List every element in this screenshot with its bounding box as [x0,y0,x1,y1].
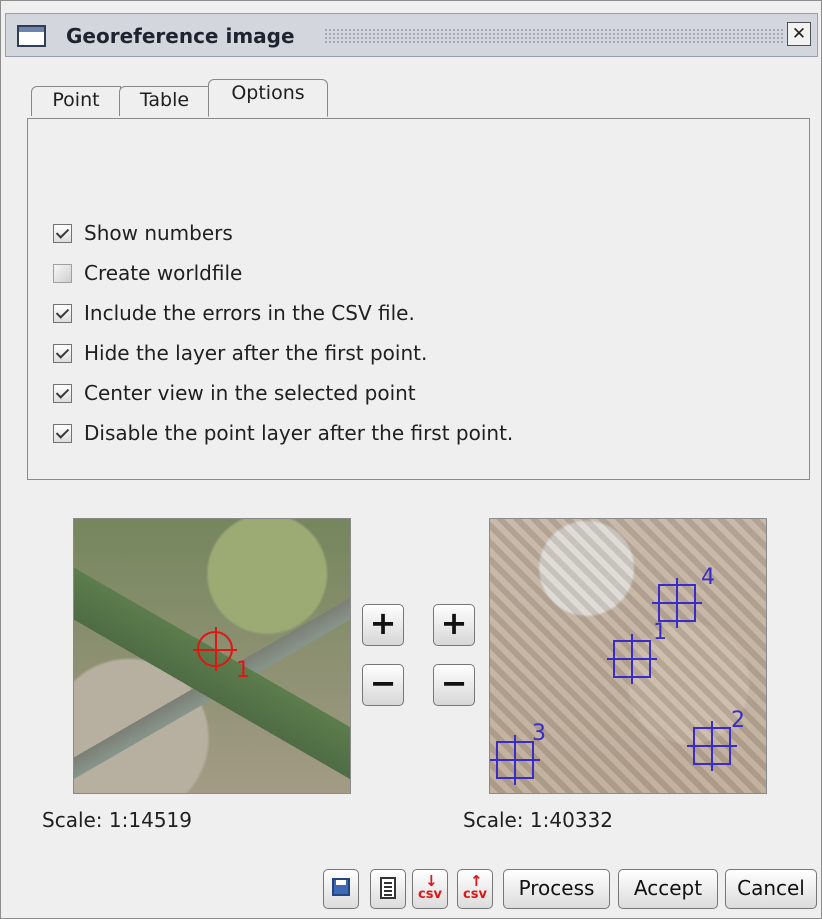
right-zoom-in-button[interactable]: + [433,604,475,646]
option-include-errors[interactable]: Include the errors in the CSV file. [53,293,513,333]
document-icon-button[interactable] [370,869,406,909]
disable-point-layer-label: Disable the point layer after the first … [84,421,514,445]
csv-export-label: csv [463,887,487,902]
point-marker-2-number: 2 [731,708,745,733]
tab-table[interactable]: Table [119,86,210,116]
left-marker-number: 1 [236,658,250,683]
center-view-label: Center view in the selected point [84,381,416,405]
right-scale-label: Scale: 1:40332 [463,808,613,832]
left-scale-label: Scale: 1:14519 [42,808,192,832]
close-icon[interactable]: ✕ [787,22,811,46]
point-marker-1-number: 1 [653,620,667,645]
left-zoom-out-button[interactable]: − [362,664,404,706]
show-numbers-label: Show numbers [84,221,233,245]
option-center-view[interactable]: Center view in the selected point [53,373,513,413]
point-marker-1[interactable] [607,634,657,684]
tab-point[interactable]: Point [31,86,121,116]
option-show-numbers[interactable]: Show numbers [53,213,513,253]
csv-export-button[interactable]: ↑ csv [457,869,493,909]
point-marker-2[interactable] [687,721,737,771]
create-worldfile-checkbox[interactable] [53,263,72,283]
option-disable-point-layer[interactable]: Disable the point layer after the first … [53,413,513,453]
create-worldfile-label: Create worldfile [84,261,243,285]
csv-import-label: csv [418,887,442,902]
window-icon [17,25,46,47]
save-icon-button[interactable] [323,869,359,909]
red-target-marker[interactable] [193,627,237,671]
point-marker-3-number: 3 [532,721,546,746]
include-errors-label: Include the errors in the CSV file. [84,301,415,325]
left-zoom-in-button[interactable]: + [362,604,404,646]
options-list: Show numbers Create worldfile Include th… [53,213,513,453]
georeference-window: Georeference image ✕ Point Table Options… [0,0,822,919]
title-bar[interactable]: Georeference image ✕ [5,13,818,57]
accept-button[interactable]: Accept [618,869,718,909]
hide-layer-label: Hide the layer after the first point. [84,341,428,365]
option-create-worldfile[interactable]: Create worldfile [53,253,513,293]
center-view-checkbox[interactable] [53,383,72,403]
process-button[interactable]: Process [503,869,610,909]
option-hide-layer[interactable]: Hide the layer after the first point. [53,333,513,373]
point-marker-4[interactable] [652,578,702,628]
hide-layer-checkbox[interactable] [53,343,72,363]
title-bar-pattern [324,28,784,44]
point-marker-3[interactable] [490,735,540,785]
point-marker-4-number: 4 [701,565,715,590]
right-zoom-out-button[interactable]: − [433,664,475,706]
cancel-button[interactable]: Cancel [725,869,817,909]
csv-import-button[interactable]: ↓ csv [412,869,448,909]
include-errors-checkbox[interactable] [53,303,72,323]
right-map-view[interactable]: 4 1 2 3 [489,518,767,794]
disable-point-layer-checkbox[interactable] [53,423,72,443]
show-numbers-checkbox[interactable] [53,223,72,243]
window-title: Georeference image [66,24,295,48]
left-map-view[interactable]: 1 [73,518,351,794]
tab-options[interactable]: Options [208,79,328,117]
